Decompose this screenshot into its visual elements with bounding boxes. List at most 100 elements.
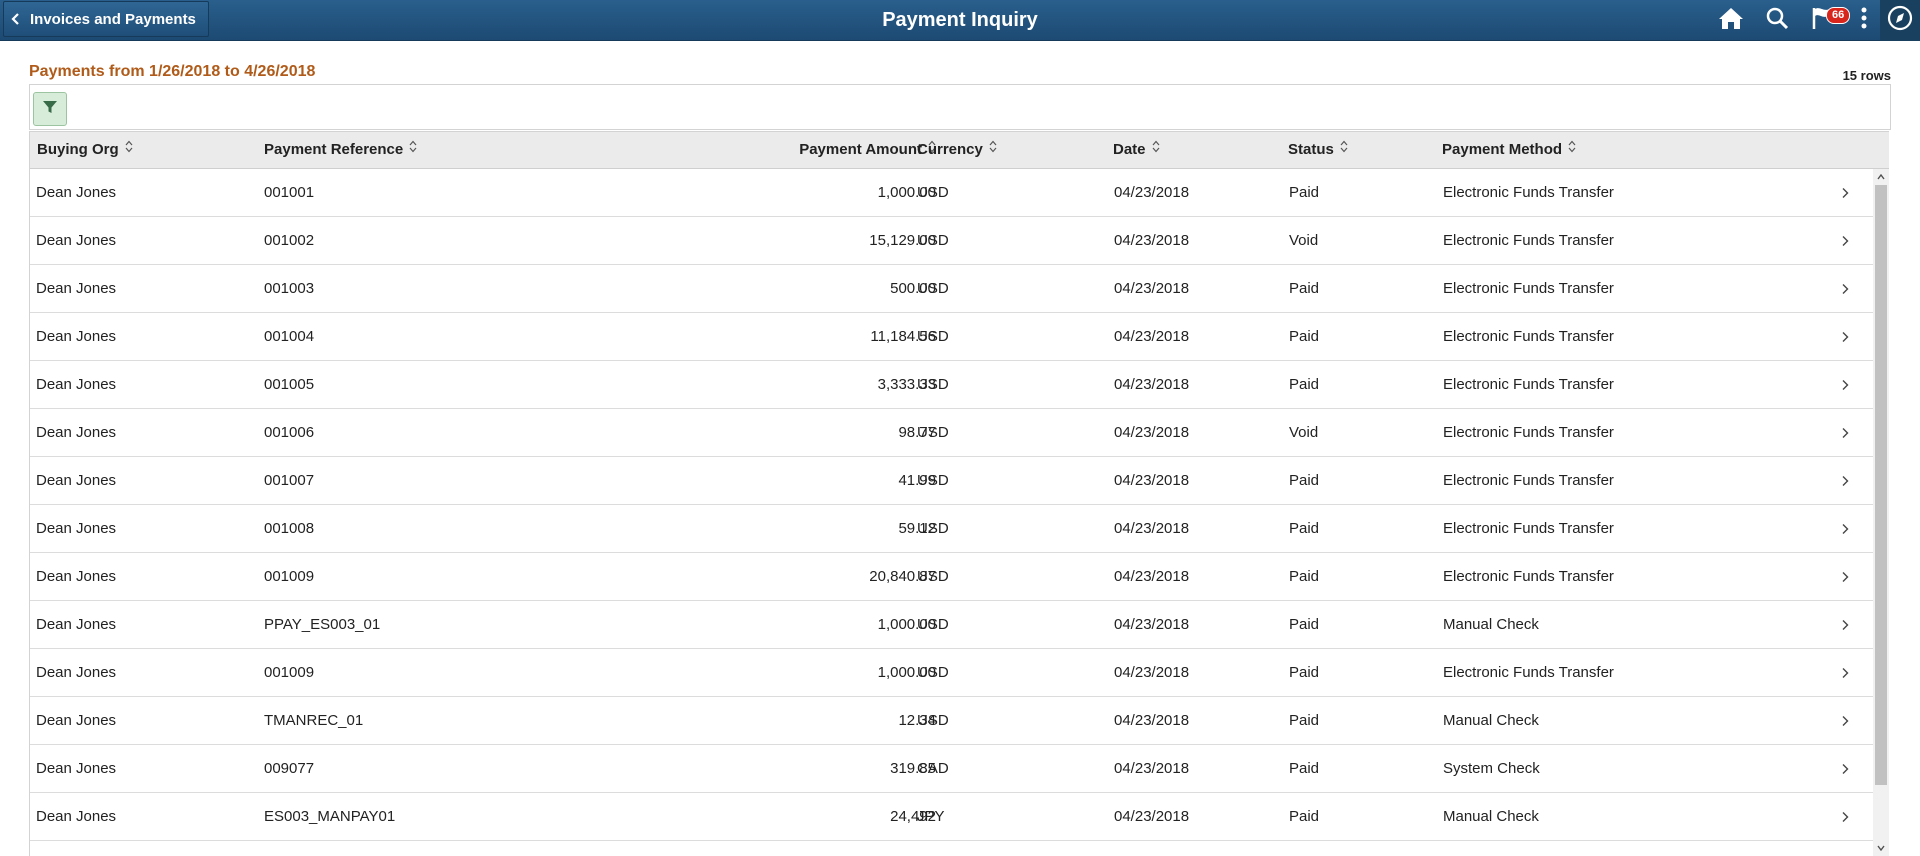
column-header-currency[interactable]: Currency xyxy=(917,132,997,168)
chevron-right-icon[interactable] xyxy=(1841,697,1849,744)
table-row[interactable]: Dean Jones 001009 1,000.00 USD 04/23/2018 Pai… xyxy=(30,649,1873,697)
column-header-label: Payment Amount xyxy=(799,141,922,158)
table-row[interactable]: Dean Jones 001004 11,184.56 USD 04/23/2018 Pa… xyxy=(30,313,1873,361)
banner-header: Invoices and Payments Payment Inquiry 66 xyxy=(0,0,1920,41)
cell-date: 04/23/2018 xyxy=(1114,472,1190,489)
cell-payment-method: Electronic Funds Transfer xyxy=(1443,232,1614,249)
grid-scrollbar[interactable] xyxy=(1873,169,1889,856)
cell-currency: USD xyxy=(917,280,949,297)
cell-buying-org: Dean Jones xyxy=(36,664,117,681)
cell-payment-reference: 001009 xyxy=(264,568,315,585)
cell-payment-method: Electronic Funds Transfer xyxy=(1443,280,1614,297)
filter-button[interactable] xyxy=(33,92,67,126)
chevron-right-icon[interactable] xyxy=(1841,409,1849,456)
navbar-compass-icon xyxy=(1887,5,1913,36)
grid-rows: Dean Jones 001001 1,000.00 USD 04/23/2018 Pai… xyxy=(30,169,1873,841)
cell-payment-method: Electronic Funds Transfer xyxy=(1443,664,1614,681)
column-header-date[interactable]: Date xyxy=(1113,132,1160,168)
cell-status: Paid xyxy=(1289,664,1320,681)
search-icon xyxy=(1765,6,1789,35)
cell-payment-reference: 001006 xyxy=(264,424,315,441)
chevron-right-icon[interactable] xyxy=(1841,169,1849,216)
navbar-button[interactable] xyxy=(1880,0,1920,41)
cell-status: Void xyxy=(1289,232,1319,249)
table-row[interactable]: Dean Jones PPAY_ES003_01 1,000.00 USD 04/23/… xyxy=(30,601,1873,649)
table-row[interactable]: Dean Jones 009077 319.85 CAD 04/23/2018 Paid S… xyxy=(30,745,1873,793)
cell-buying-org: Dean Jones xyxy=(36,712,117,729)
table-row[interactable]: Dean Jones TMANREC_01 12.34 USD 04/23/2018 Pa… xyxy=(30,697,1873,745)
cell-payment-reference: 001009 xyxy=(264,664,315,681)
cell-status: Paid xyxy=(1289,520,1320,537)
table-row[interactable]: Dean Jones 001007 41.99 USD 04/23/2018 Paid El… xyxy=(30,457,1873,505)
cell-payment-amount: 41.99 xyxy=(898,472,936,489)
cell-payment-amount: 11,184.56 xyxy=(870,328,936,345)
column-header-payment-reference[interactable]: Payment Reference xyxy=(264,132,417,168)
cell-currency: USD xyxy=(917,232,949,249)
search-button[interactable] xyxy=(1760,0,1794,41)
cell-currency: USD xyxy=(917,376,949,393)
cell-payment-reference: TMANREC_01 xyxy=(264,712,364,729)
cell-payment-reference: 001005 xyxy=(264,376,315,393)
sort-icon xyxy=(125,131,133,167)
notifications-button[interactable]: 66 xyxy=(1802,0,1851,41)
table-row[interactable]: Dean Jones 001008 59.12 USD 04/23/2018 Paid El… xyxy=(30,505,1873,553)
cell-buying-org: Dean Jones xyxy=(36,328,117,345)
scroll-down-arrow-icon[interactable] xyxy=(1873,840,1889,856)
chevron-right-icon[interactable] xyxy=(1841,361,1849,408)
home-icon xyxy=(1718,6,1744,35)
cell-currency: USD xyxy=(917,616,949,633)
column-header-buying-org[interactable]: Buying Org xyxy=(37,132,133,168)
cell-payment-amount: 24,492 xyxy=(890,808,936,825)
chevron-right-icon[interactable] xyxy=(1841,649,1849,696)
chevron-right-icon[interactable] xyxy=(1841,601,1849,648)
payments-grid: Buying Org Payment Reference Payment Amo… xyxy=(29,131,1889,856)
cell-currency: USD xyxy=(917,712,949,729)
chevron-right-icon[interactable] xyxy=(1841,553,1849,600)
scrollbar-thumb[interactable] xyxy=(1875,185,1887,785)
cell-payment-amount: 59.12 xyxy=(898,520,936,537)
table-row[interactable]: Dean Jones 001009 20,840.87 USD 04/23/2018 Pa… xyxy=(30,553,1873,601)
column-header-label: Payment Reference xyxy=(264,141,404,158)
cell-buying-org: Dean Jones xyxy=(36,424,117,441)
actions-menu-icon xyxy=(1861,7,1867,34)
cell-currency: USD xyxy=(917,520,949,537)
cell-payment-amount: 12.34 xyxy=(898,712,936,729)
actions-menu-button[interactable] xyxy=(1852,0,1876,41)
grid-toolbar xyxy=(29,84,1891,130)
table-row[interactable]: Dean Jones 001001 1,000.00 USD 04/23/2018 Pai… xyxy=(30,169,1873,217)
table-row[interactable]: Dean Jones 001005 3,333.33 USD 04/23/2018 Pai… xyxy=(30,361,1873,409)
table-row[interactable]: Dean Jones 001006 98.77 USD 04/23/2018 Void El… xyxy=(30,409,1873,457)
cell-currency: USD xyxy=(917,328,949,345)
cell-status: Paid xyxy=(1289,328,1320,345)
cell-currency: USD xyxy=(917,472,949,489)
cell-date: 04/23/2018 xyxy=(1114,232,1190,249)
cell-buying-org: Dean Jones xyxy=(36,232,117,249)
cell-buying-org: Dean Jones xyxy=(36,184,117,201)
table-row[interactable]: Dean Jones 001002 15,129.00 USD 04/23/2018 Vo… xyxy=(30,217,1873,265)
chevron-right-icon[interactable] xyxy=(1841,217,1849,264)
sort-icon xyxy=(1340,131,1348,167)
filter-icon xyxy=(42,99,58,120)
chevron-right-icon[interactable] xyxy=(1841,313,1849,360)
scroll-up-arrow-icon[interactable] xyxy=(1873,169,1889,185)
chevron-right-icon[interactable] xyxy=(1841,505,1849,552)
column-header-payment-method[interactable]: Payment Method xyxy=(1442,132,1576,168)
chevron-right-icon[interactable] xyxy=(1841,793,1849,840)
chevron-right-icon[interactable] xyxy=(1841,457,1849,504)
table-row[interactable]: Dean Jones ES003_MANPAY01 24,492 JPY 04/23/2… xyxy=(30,793,1873,841)
column-header-status[interactable]: Status xyxy=(1288,132,1348,168)
chevron-right-icon[interactable] xyxy=(1841,265,1849,312)
sort-icon xyxy=(989,131,997,167)
column-header-label: Status xyxy=(1288,141,1334,158)
cell-date: 04/23/2018 xyxy=(1114,328,1190,345)
back-button[interactable]: Invoices and Payments xyxy=(3,1,209,37)
table-row[interactable]: Dean Jones 001003 500.00 USD 04/23/2018 Paid E… xyxy=(30,265,1873,313)
page-title: Payment Inquiry xyxy=(882,9,1038,31)
home-button[interactable] xyxy=(1714,0,1748,41)
column-header-payment-amount[interactable]: Payment Amount xyxy=(630,132,936,168)
cell-payment-method: Electronic Funds Transfer xyxy=(1443,184,1614,201)
chevron-right-icon[interactable] xyxy=(1841,745,1849,792)
cell-payment-reference: 001008 xyxy=(264,520,315,537)
cell-payment-reference: 001007 xyxy=(264,472,315,489)
cell-status: Paid xyxy=(1289,808,1320,825)
